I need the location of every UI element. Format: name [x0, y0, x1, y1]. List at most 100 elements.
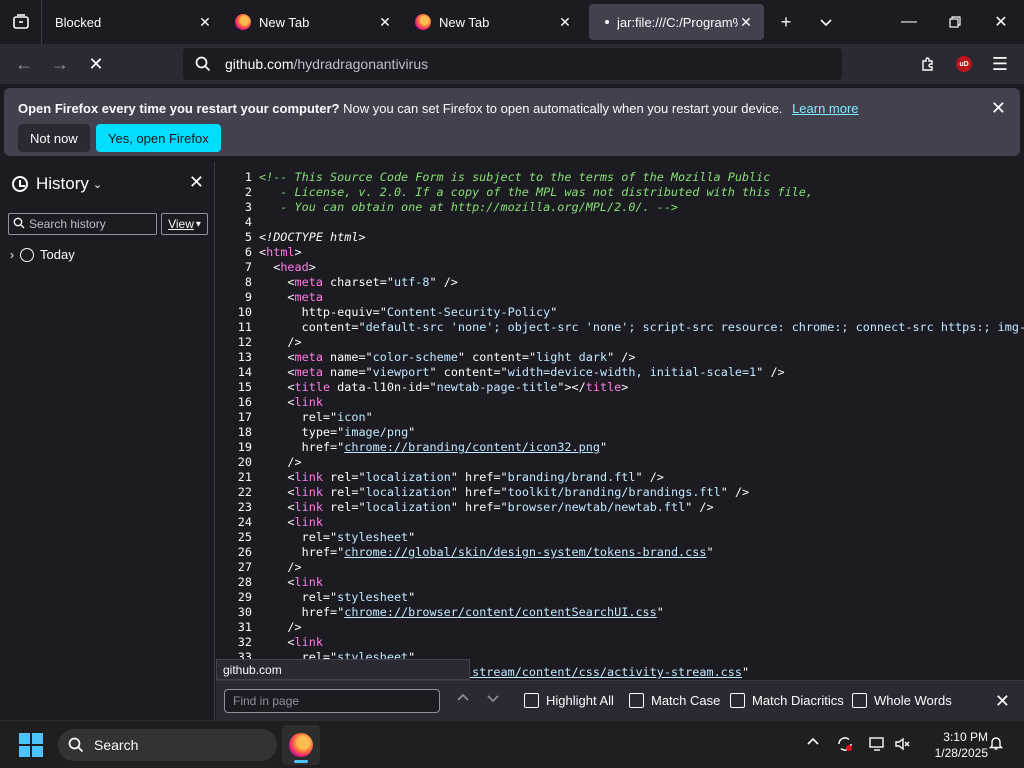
history-group-today[interactable]: › Today [10, 247, 75, 262]
source-token: /> [259, 335, 302, 349]
chevron-right-icon: › [10, 247, 14, 262]
url-path: /hydradragonantivirus [293, 56, 429, 72]
source-token: " [550, 305, 558, 319]
learn-more-link[interactable]: Learn more [792, 101, 858, 116]
close-icon[interactable]: ✕ [377, 14, 393, 30]
source-token: " [408, 425, 416, 439]
close-notification-button[interactable]: ✕ [991, 98, 1006, 119]
find-next-button[interactable] [486, 691, 500, 708]
source-token: =" [493, 485, 508, 499]
back-button[interactable]: ← [8, 48, 40, 80]
tab-new-tab-2[interactable]: New Tab ✕ [405, 4, 583, 40]
url-bar[interactable]: github.com/hydradragonantivirus [183, 48, 842, 80]
source-link[interactable]: chrome://branding/content/icon32.png [344, 440, 600, 454]
search-icon [195, 56, 211, 72]
source-line: 14 <meta name="viewport" content="width=… [216, 365, 785, 380]
line-number: 26 [237, 545, 252, 559]
close-icon[interactable]: ✕ [197, 14, 213, 30]
source-line: 19 href="chrome://branding/content/icon3… [216, 440, 607, 455]
start-button[interactable] [19, 733, 43, 757]
source-token: link [294, 485, 323, 499]
tray-update-icon-button[interactable] [836, 735, 854, 757]
source-token: =" [358, 350, 373, 364]
source-token: =" [372, 305, 387, 319]
source-token: =" [379, 275, 394, 289]
new-tab-button[interactable]: + [768, 4, 804, 40]
puzzle-icon [922, 57, 933, 71]
plus-icon: + [780, 11, 792, 32]
restore-button[interactable] [932, 0, 978, 44]
tab-new-tab-1[interactable]: New Tab ✕ [225, 4, 403, 40]
ublock-origin-button[interactable]: uD [948, 48, 980, 80]
sidebar-switcher[interactable]: History ⌄ [12, 174, 102, 194]
view-menu-button[interactable]: View ▾ [161, 213, 208, 235]
close-icon: ✕ [188, 172, 204, 192]
source-token: newtab-page-title [436, 380, 558, 394]
view-source-content: 1 <!-- This Source Code Form is subject t… [216, 162, 1024, 680]
close-sidebar-button[interactable]: ✕ [189, 172, 204, 193]
notification-text: Now you can set Firefox to open automati… [339, 101, 783, 116]
find-in-page-input[interactable]: Find in page [224, 689, 440, 713]
source-token: =" [322, 410, 338, 424]
taskbar-clock[interactable]: 3:10 PM 1/28/2025 [922, 729, 988, 761]
tab-source[interactable]: jar:file:///C:/Program% ✕ [589, 4, 764, 40]
source-link[interactable]: chrome://browser/content/contentSearchUI… [344, 605, 657, 619]
checkbox-box [629, 693, 644, 708]
find-previous-button[interactable] [456, 691, 470, 708]
source-token: " /> [685, 500, 714, 514]
line-number: 24 [237, 515, 252, 529]
taskbar-search-label: Search [94, 737, 139, 753]
tab-blocked[interactable]: Blocked ✕ [45, 4, 223, 40]
source-token: link [294, 470, 323, 484]
source-token: viewport [372, 365, 430, 379]
clock-date: 1/28/2025 [934, 746, 988, 760]
minimize-button[interactable]: — [886, 0, 932, 44]
list-all-tabs-button[interactable] [808, 4, 844, 40]
source-token: " /> [756, 365, 785, 379]
source-token: =" [351, 500, 366, 514]
source-line: 17 rel="icon" [216, 410, 373, 425]
source-line: 28 <link [216, 575, 323, 590]
volume-button[interactable] [894, 735, 912, 757]
navigation-toolbar: ← → ✕ github.com/hydradragonantivirus uD… [0, 44, 1024, 84]
firefox-view-button[interactable] [0, 0, 42, 44]
notifications-button[interactable] [988, 735, 1004, 755]
source-line: 22 <link rel="localization" href="toolki… [216, 485, 749, 500]
find-placeholder: Find in page [233, 694, 300, 708]
line-number: 23 [237, 500, 252, 514]
search-history-input[interactable]: Search history [8, 213, 157, 235]
window-close-button[interactable]: ✕ [978, 0, 1024, 44]
line-number: 13 [237, 350, 252, 364]
app-menu-button[interactable]: ☰ [984, 48, 1016, 80]
taskbar-firefox-button[interactable] [282, 725, 320, 765]
notification-message: Open Firefox every time you restart your… [18, 101, 859, 116]
stop-button[interactable]: ✕ [80, 48, 112, 80]
close-icon[interactable]: ✕ [738, 14, 754, 30]
close-icon[interactable]: ✕ [557, 14, 573, 30]
not-now-button[interactable]: Not now [18, 124, 90, 152]
windows-logo-icon [32, 746, 43, 757]
source-token: name [322, 350, 359, 364]
highlight-all-checkbox[interactable]: Highlight All [524, 693, 614, 708]
forward-button[interactable]: → [44, 48, 76, 80]
url-host: github.com [225, 56, 294, 72]
source-token: head [280, 260, 309, 274]
match-case-checkbox[interactable]: Match Case [629, 693, 720, 708]
source-token: " [599, 440, 608, 454]
line-number: 5 [244, 230, 252, 244]
source-token: meta [294, 290, 323, 304]
taskbar-search[interactable]: Search [58, 729, 277, 761]
match-diacritics-checkbox[interactable]: Match Diacritics [730, 693, 844, 708]
source-token: " [408, 530, 416, 544]
source-token: < [259, 275, 295, 289]
source-token: " /> [635, 470, 664, 484]
source-link[interactable]: chrome://global/skin/design-system/token… [344, 545, 706, 559]
show-hidden-icons-button[interactable] [806, 735, 820, 753]
notification-bold-text: Open Firefox every time you restart your… [18, 101, 340, 116]
close-find-bar-button[interactable]: ✕ [995, 691, 1010, 712]
extensions-button[interactable] [912, 48, 944, 80]
source-line: 2 - License, v. 2.0. If a copy of the MP… [216, 185, 813, 200]
whole-words-checkbox[interactable]: Whole Words [852, 693, 952, 708]
yes-open-firefox-button[interactable]: Yes, open Firefox [96, 124, 221, 152]
network-button[interactable] [868, 735, 886, 757]
